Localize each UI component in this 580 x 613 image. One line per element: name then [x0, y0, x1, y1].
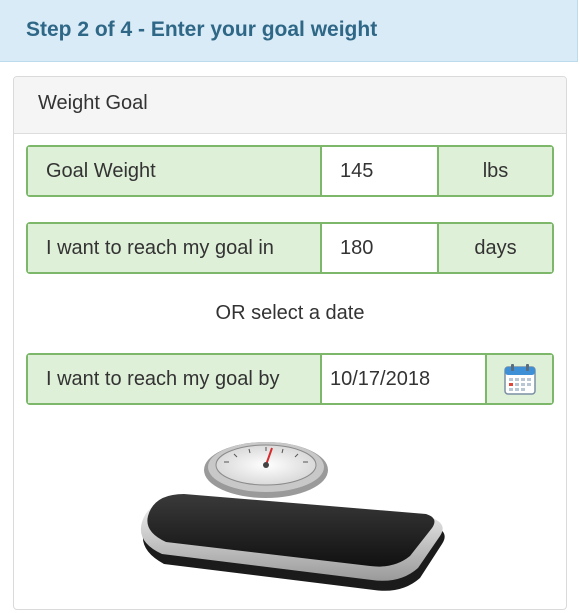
- or-select-date-text: OR select a date: [215, 302, 365, 324]
- bathroom-scale-image: [140, 442, 445, 591]
- goal-date-label: I want to reach my goal by: [28, 355, 322, 403]
- goal-date-input[interactable]: 10/17/2018: [322, 355, 487, 403]
- goal-days-label: I want to reach my goal in: [28, 224, 322, 272]
- panel-heading: Weight Goal: [14, 77, 566, 134]
- goal-days-unit: days: [439, 224, 552, 272]
- calendar-button[interactable]: [487, 355, 552, 403]
- goal-date-group: I want to reach my goal by 10/17/2018: [26, 353, 554, 405]
- goal-weight-group: Goal Weight 145 lbs: [26, 145, 554, 197]
- panel-title: Weight Goal: [38, 92, 148, 114]
- step-header: Step 2 of 4 - Enter your goal weight: [0, 0, 578, 62]
- goal-weight-input[interactable]: 145: [322, 147, 439, 195]
- goal-days-input[interactable]: 180: [322, 224, 439, 272]
- step-title: Step 2 of 4 - Enter your goal weight: [26, 18, 378, 41]
- weight-goal-panel: Weight Goal Goal Weight 145 lbs I want t…: [13, 76, 567, 610]
- calendar-icon: [503, 364, 536, 395]
- goal-weight-label: Goal Weight: [28, 147, 322, 195]
- goal-days-group: I want to reach my goal in 180 days: [26, 222, 554, 274]
- goal-weight-unit: lbs: [439, 147, 552, 195]
